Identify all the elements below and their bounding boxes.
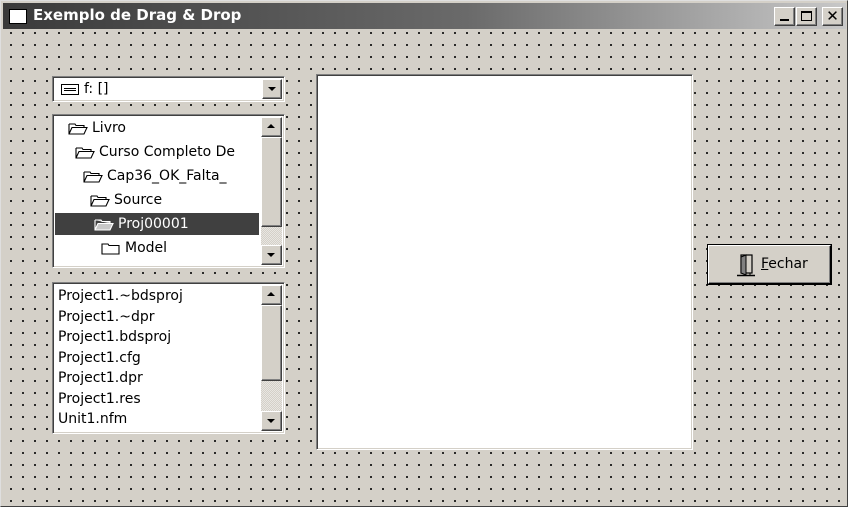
scroll-up-button[interactable] <box>261 117 282 137</box>
file-listbox[interactable]: Project1.~bdsproj Project1.~dpr Project1.b… <box>52 282 285 434</box>
arrow-down-icon <box>267 419 275 423</box>
file-item[interactable]: Project1.res <box>58 389 141 410</box>
main-window: Exemplo de Drag & Drop ✕ f: [] Livro Curs… <box>0 0 848 507</box>
fechar-label: Fechar <box>761 256 808 272</box>
app-icon <box>9 9 27 24</box>
directory-item-label: Proj00001 <box>118 216 189 232</box>
directory-item-label: Source <box>114 192 163 208</box>
scroll-down-button[interactable] <box>261 245 282 265</box>
open-folder-icon <box>75 147 95 159</box>
maximize-button[interactable] <box>796 7 817 26</box>
file-item[interactable]: Project1.~bdsproj <box>58 286 183 307</box>
arrow-down-icon <box>267 253 275 257</box>
fechar-button[interactable]: Fechar <box>708 245 831 284</box>
directory-item-label: Curso Completo De <box>99 144 235 160</box>
drop-target-panel[interactable] <box>316 74 693 450</box>
arrow-up-icon <box>267 124 275 128</box>
chevron-down-icon <box>268 87 276 91</box>
directory-listbox[interactable]: Livro Curso Completo De Cap36_OK_Falta_ Sou… <box>52 114 285 268</box>
close-button[interactable]: ✕ <box>822 7 843 26</box>
file-item[interactable]: Project1.cfg <box>58 348 141 369</box>
file-scrollbar[interactable] <box>261 285 282 431</box>
directory-item-label: Livro <box>92 120 126 136</box>
closed-folder-icon <box>101 243 120 255</box>
drive-icon <box>61 84 79 95</box>
arrow-up-icon <box>267 292 275 296</box>
file-item[interactable]: Project1.bdsproj <box>58 327 171 348</box>
scroll-thumb[interactable] <box>261 305 282 381</box>
directory-item-label: Model <box>125 240 168 256</box>
drive-dropdown-button[interactable] <box>262 79 282 99</box>
open-folder-icon <box>83 171 103 183</box>
minimize-button[interactable] <box>774 7 795 26</box>
file-item[interactable]: Project1.dpr <box>58 368 143 389</box>
scroll-thumb[interactable] <box>261 137 282 227</box>
close-icon: ✕ <box>826 7 839 25</box>
window-title: Exemplo de Drag & Drop <box>33 6 242 24</box>
maximize-icon <box>801 11 812 21</box>
drive-combobox[interactable]: f: [] <box>52 76 285 102</box>
scroll-down-button[interactable] <box>261 411 282 431</box>
scroll-up-button[interactable] <box>261 285 282 305</box>
title-bar[interactable]: Exemplo de Drag & Drop ✕ <box>3 3 846 29</box>
door-icon <box>737 254 755 277</box>
directory-scrollbar[interactable] <box>261 117 282 265</box>
file-item[interactable]: Unit1.nfm <box>58 409 127 430</box>
directory-item[interactable]: Proj00001 <box>55 213 259 235</box>
open-folder-icon <box>68 123 88 135</box>
drive-value: f: [] <box>84 81 109 97</box>
directory-item-label: Cap36_OK_Falta_ <box>107 168 227 184</box>
minimize-icon <box>780 19 789 21</box>
open-folder-icon <box>90 195 110 207</box>
open-folder-icon <box>94 219 114 231</box>
file-item[interactable]: Project1.~dpr <box>58 307 155 328</box>
